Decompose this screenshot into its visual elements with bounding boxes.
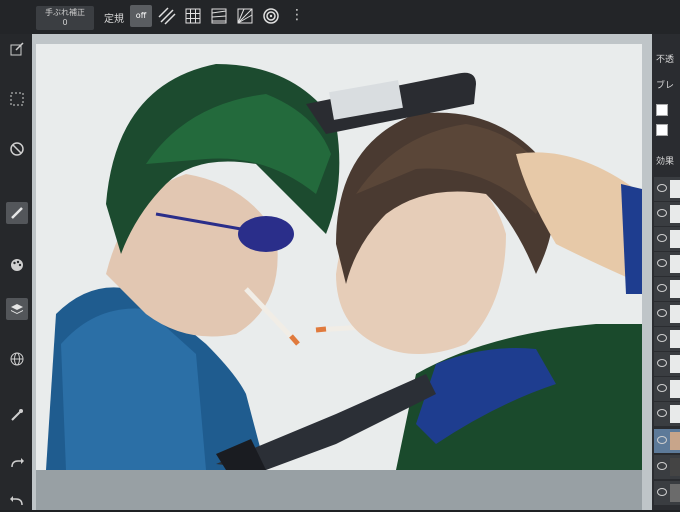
layer-thumbnail — [670, 230, 680, 248]
eyedropper-icon[interactable] — [6, 404, 28, 426]
artwork — [46, 64, 642, 470]
eye-icon[interactable] — [657, 259, 667, 267]
parallel-ruler-button[interactable] — [156, 5, 178, 27]
layer-thumbnail — [670, 280, 680, 298]
perspective-ruler-button[interactable] — [208, 5, 230, 27]
canvas-bottom-strip — [36, 470, 642, 510]
eye-icon[interactable] — [657, 284, 667, 292]
layer-panel: 不透 ブレ 効果 — [652, 34, 680, 510]
eye-icon[interactable] — [657, 436, 667, 444]
layer-row[interactable] — [654, 201, 680, 226]
stabilizer-button[interactable]: 手ぶれ補正 0 — [36, 6, 94, 30]
eye-icon[interactable] — [657, 209, 667, 217]
layer-thumbnail — [670, 380, 680, 398]
ellipse-ruler-button[interactable] — [260, 5, 282, 27]
layer-thumbnail — [670, 458, 680, 476]
layer-row[interactable] — [654, 376, 680, 401]
select-icon[interactable] — [6, 88, 28, 110]
ruler-label: 定規 — [104, 14, 124, 25]
effect-label: 効果 — [656, 157, 675, 167]
brush-icon[interactable] — [6, 202, 28, 224]
ruler-off-label: off — [135, 11, 147, 20]
blend-label: ブレ — [656, 81, 675, 91]
layer-thumbnail — [670, 180, 680, 198]
stabilizer-value: 0 — [62, 18, 68, 27]
perspective-ruler-icon — [211, 8, 227, 24]
layer-thumbnail — [670, 355, 680, 373]
eye-icon[interactable] — [657, 334, 667, 342]
layer-row[interactable] — [654, 401, 680, 426]
top-toolbar: 手ぶれ補正 0 定規 off ⋮ — [0, 0, 680, 34]
ellipse-ruler-icon — [263, 8, 279, 24]
layer-row[interactable] — [654, 454, 680, 479]
left-toolbar — [0, 34, 32, 510]
layer-row-selected[interactable] — [654, 428, 680, 453]
eye-icon[interactable] — [657, 309, 667, 317]
globe-icon[interactable] — [6, 348, 28, 370]
eye-icon[interactable] — [657, 488, 667, 496]
eye-icon[interactable] — [657, 384, 667, 392]
eye-icon[interactable] — [657, 462, 667, 470]
layer-thumbnail — [670, 405, 680, 423]
undo-icon[interactable] — [6, 490, 28, 512]
stabilizer-label: 手ぶれ補正 — [45, 8, 85, 17]
no-icon[interactable] — [6, 138, 28, 160]
layer-row[interactable] — [654, 226, 680, 251]
layer-thumbnail — [670, 305, 680, 323]
eye-icon[interactable] — [657, 359, 667, 367]
palette-icon[interactable] — [6, 254, 28, 276]
layer-row[interactable] — [654, 301, 680, 326]
layer-row[interactable] — [654, 326, 680, 351]
layer-row[interactable] — [654, 480, 680, 505]
more-vert-icon[interactable]: ⋮ — [290, 8, 304, 22]
layers-icon[interactable] — [6, 298, 28, 320]
left-glasses — [238, 216, 294, 252]
concentric-lines-icon — [237, 8, 253, 24]
layer-row[interactable] — [654, 351, 680, 376]
edit-icon[interactable] — [6, 38, 28, 60]
layer-thumbnail — [670, 255, 680, 273]
grid-ruler-icon — [185, 8, 201, 24]
eye-icon[interactable] — [657, 234, 667, 242]
ruler-off-button[interactable]: off — [130, 5, 152, 27]
eye-icon[interactable] — [657, 184, 667, 192]
grid-ruler-button[interactable] — [182, 5, 204, 27]
layer-row[interactable] — [654, 251, 680, 276]
eye-icon[interactable] — [657, 409, 667, 417]
opacity-label: 不透 — [656, 55, 675, 65]
option-checkbox-1[interactable] — [656, 104, 668, 116]
layer-row[interactable] — [654, 276, 680, 301]
redo-icon[interactable] — [6, 452, 28, 474]
concentric-lines-button[interactable] — [234, 5, 256, 27]
layer-thumbnail — [670, 330, 680, 348]
option-checkbox-2[interactable] — [656, 124, 668, 136]
layer-thumbnail — [670, 484, 680, 502]
parallel-ruler-icon — [158, 7, 176, 25]
layer-row[interactable] — [654, 176, 680, 201]
layer-thumbnail — [670, 432, 680, 450]
layer-thumbnail — [670, 205, 680, 223]
drawing-canvas[interactable] — [36, 44, 642, 470]
